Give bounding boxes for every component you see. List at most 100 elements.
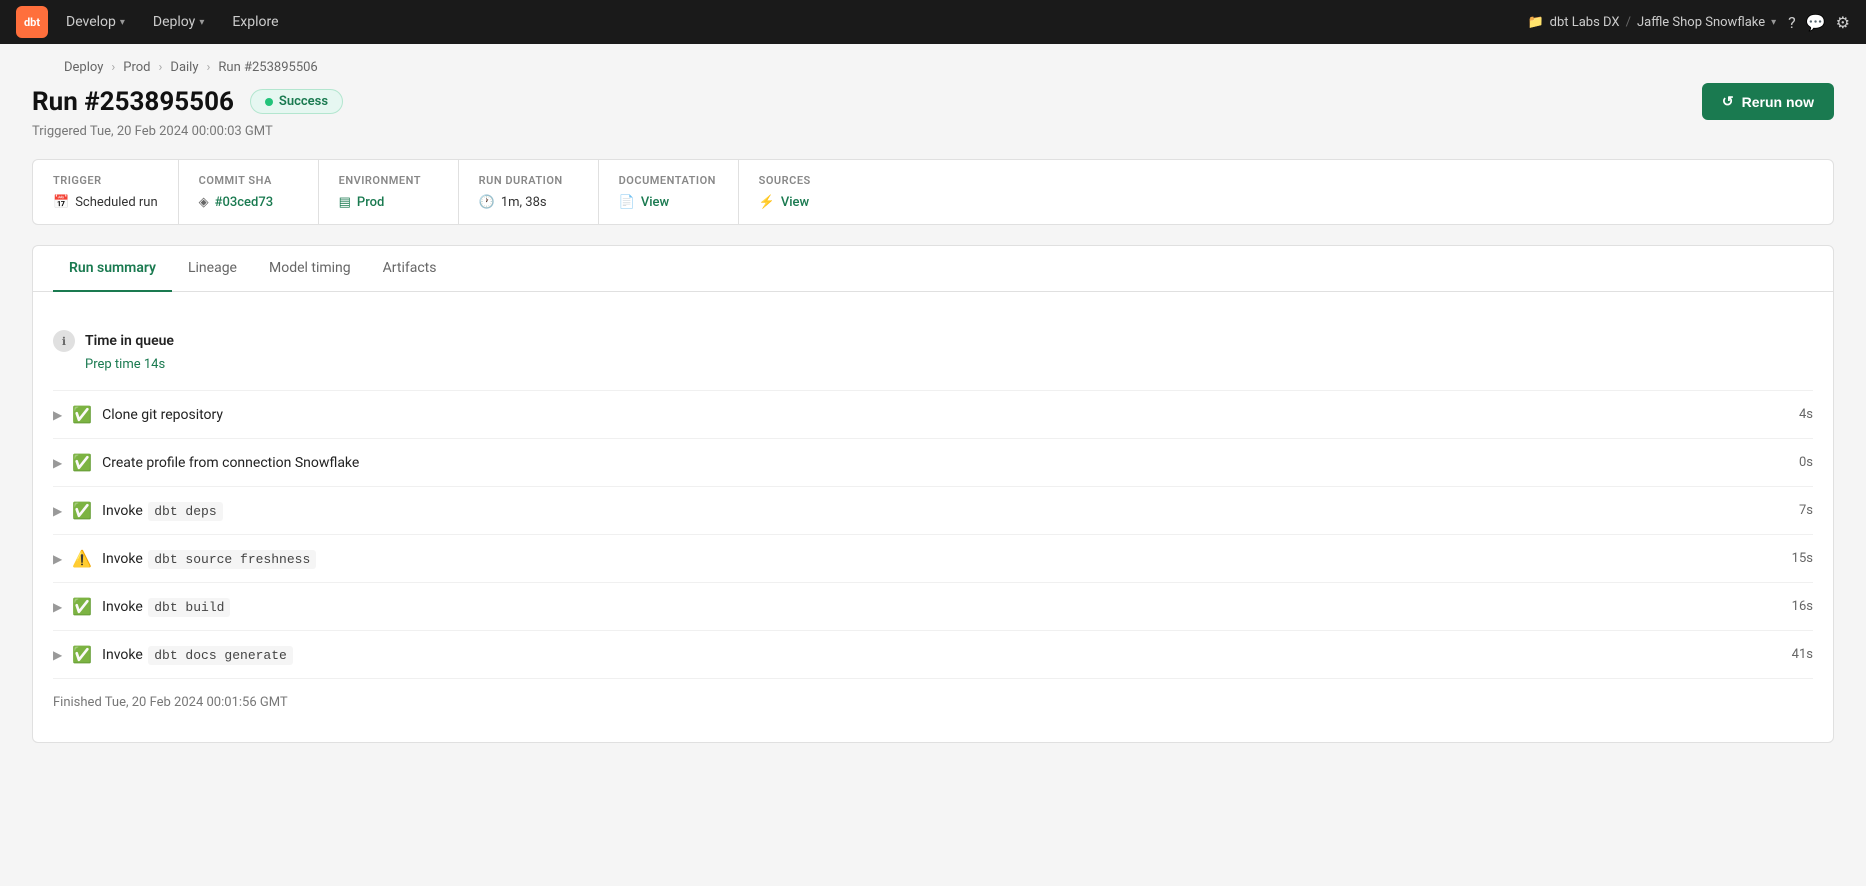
step-profile-expand[interactable]: ▶ <box>53 456 62 470</box>
tab-artifacts[interactable]: Artifacts <box>367 246 453 292</box>
tabs: Run summary Lineage Model timing Artifac… <box>33 246 1833 292</box>
help-icon[interactable]: ? <box>1788 13 1796 32</box>
calendar-icon: 📅 <box>53 195 69 210</box>
workspace-icon: 📁 <box>1527 15 1543 30</box>
prep-time-link[interactable]: Prep time 14s <box>85 357 165 372</box>
breadcrumb-sep-3: › <box>206 60 210 75</box>
step-docs-expand[interactable]: ▶ <box>53 648 62 662</box>
step-build-duration: 16s <box>1792 599 1813 614</box>
step-build-expand[interactable]: ▶ <box>53 600 62 614</box>
rerun-icon: ↺ <box>1722 93 1734 110</box>
stack-icon: ▤ <box>339 195 351 210</box>
sources-link[interactable]: View <box>781 195 809 210</box>
commit-icon: ◈ <box>199 195 209 210</box>
nav-develop[interactable]: Develop ▾ <box>56 10 135 34</box>
meta-trigger: Trigger 📅 Scheduled run <box>33 160 179 224</box>
step-docs-icon: ✅ <box>72 645 92 664</box>
meta-doc-value: 📄 View <box>619 195 718 210</box>
org-name: dbt Labs DX <box>1550 15 1620 30</box>
step-deps-icon: ✅ <box>72 501 92 520</box>
step-deps-expand[interactable]: ▶ <box>53 504 62 518</box>
meta-commit-value: ◈ #03ced73 <box>199 195 298 210</box>
triggered-text: Triggered Tue, 20 Feb 2024 00:00:03 GMT <box>32 124 1834 139</box>
doc-icon: 📄 <box>619 195 635 210</box>
meta-commit: Commit SHA ◈ #03ced73 <box>179 160 319 224</box>
prep-time: Prep time 14s <box>85 356 1813 372</box>
step-freshness-duration: 15s <box>1792 551 1813 566</box>
breadcrumb: Deploy › Prod › Daily › Run #253895506 <box>32 44 1834 83</box>
step-deps-name: Invoke dbt deps <box>102 503 1783 519</box>
clock-icon: 🕐 <box>479 195 495 210</box>
metadata-row: Trigger 📅 Scheduled run Commit SHA ◈ #03… <box>32 159 1834 225</box>
step-freshness-expand[interactable]: ▶ <box>53 552 62 566</box>
step-profile-duration: 0s <box>1799 455 1813 470</box>
breadcrumb-sep-1: › <box>111 60 115 75</box>
status-label: Success <box>279 94 328 109</box>
step-freshness: ▶ ⚠️ Invoke dbt source freshness 15s <box>53 535 1813 583</box>
breadcrumb-prod[interactable]: Prod <box>123 60 150 75</box>
meta-sources-label: Sources <box>759 174 859 187</box>
step-freshness-icon: ⚠️ <box>72 549 92 568</box>
step-deps-duration: 7s <box>1799 503 1813 518</box>
meta-env-value: ▤ Prod <box>339 195 438 210</box>
chat-icon[interactable]: 💬 <box>1806 13 1826 32</box>
meta-commit-label: Commit SHA <box>199 174 298 187</box>
step-docs-name: Invoke dbt docs generate <box>102 647 1776 663</box>
commit-link[interactable]: #03ced73 <box>215 195 273 210</box>
step-docs-duration: 41s <box>1792 647 1813 662</box>
step-profile: ▶ ✅ Create profile from connection Snowf… <box>53 439 1813 487</box>
meta-duration-value: 🕐 1m, 38s <box>479 195 578 210</box>
main-content: Deploy › Prod › Daily › Run #253895506 R… <box>0 44 1866 886</box>
step-profile-icon: ✅ <box>72 453 92 472</box>
tab-content: ℹ Time in queue Prep time 14s ▶ ✅ Clone … <box>33 292 1833 742</box>
meta-duration: Run duration 🕐 1m, 38s <box>459 160 599 224</box>
nav-deploy[interactable]: Deploy ▾ <box>143 10 214 34</box>
project-name: Jaffle Shop Snowflake <box>1637 15 1765 30</box>
tab-run-summary[interactable]: Run summary <box>53 246 172 292</box>
step-build: ▶ ✅ Invoke dbt build 16s <box>53 583 1813 631</box>
env-link[interactable]: Prod <box>357 195 384 210</box>
step-clone-duration: 4s <box>1799 407 1813 422</box>
step-profile-name: Create profile from connection Snowflake <box>102 455 1783 471</box>
status-dot <box>265 98 273 106</box>
workspace-info: 📁 dbt Labs DX / Jaffle Shop Snowflake ▾ <box>1527 15 1776 30</box>
nav-explore[interactable]: Explore <box>222 10 288 34</box>
top-nav: dbt Develop ▾ Deploy ▾ Explore 📁 dbt Lab… <box>0 0 1866 44</box>
step-clone-icon: ✅ <box>72 405 92 424</box>
meta-sources: Sources ⚡ View <box>739 160 879 224</box>
rerun-button[interactable]: ↺ Rerun now <box>1702 83 1834 120</box>
step-clone-expand[interactable]: ▶ <box>53 408 62 422</box>
doc-link[interactable]: View <box>641 195 669 210</box>
breadcrumb-current: Run #253895506 <box>218 60 317 75</box>
tab-model-timing[interactable]: Model timing <box>253 246 367 292</box>
meta-env-label: Environment <box>339 174 438 187</box>
breadcrumb-sep-2: › <box>159 60 163 75</box>
sources-icon: ⚡ <box>759 195 775 210</box>
meta-trigger-label: Trigger <box>53 174 158 187</box>
meta-environment: Environment ▤ Prod <box>319 160 459 224</box>
step-build-icon: ✅ <box>72 597 92 616</box>
breadcrumb-deploy[interactable]: Deploy <box>64 60 103 75</box>
nav-icons: ? 💬 ⚙ <box>1788 13 1850 32</box>
step-clone-name: Clone git repository <box>102 407 1783 423</box>
project-chevron[interactable]: ▾ <box>1771 17 1776 28</box>
nav-right: 📁 dbt Labs DX / Jaffle Shop Snowflake ▾ … <box>1527 13 1850 32</box>
dbt-logo: dbt <box>16 6 48 38</box>
meta-doc-label: Documentation <box>619 174 718 187</box>
finished-text: Finished Tue, 20 Feb 2024 00:01:56 GMT <box>53 679 1813 718</box>
tabs-container: Run summary Lineage Model timing Artifac… <box>32 245 1834 743</box>
step-docs: ▶ ✅ Invoke dbt docs generate 41s <box>53 631 1813 679</box>
run-header: Run #253895506 Success ↺ Rerun now <box>32 83 1834 120</box>
meta-duration-label: Run duration <box>479 174 578 187</box>
step-build-name: Invoke dbt build <box>102 599 1776 615</box>
queue-icon: ℹ <box>53 330 75 352</box>
queue-name: Time in queue <box>85 333 174 349</box>
nav-left: dbt Develop ▾ Deploy ▾ Explore <box>16 6 289 38</box>
develop-chevron: ▾ <box>120 17 125 28</box>
settings-icon[interactable]: ⚙ <box>1836 13 1850 32</box>
tab-lineage[interactable]: Lineage <box>172 246 253 292</box>
step-deps: ▶ ✅ Invoke dbt deps 7s <box>53 487 1813 535</box>
breadcrumb-daily[interactable]: Daily <box>170 60 198 75</box>
run-title-group: Run #253895506 Success <box>32 87 343 117</box>
queue-step: ℹ Time in queue Prep time 14s <box>53 316 1813 391</box>
